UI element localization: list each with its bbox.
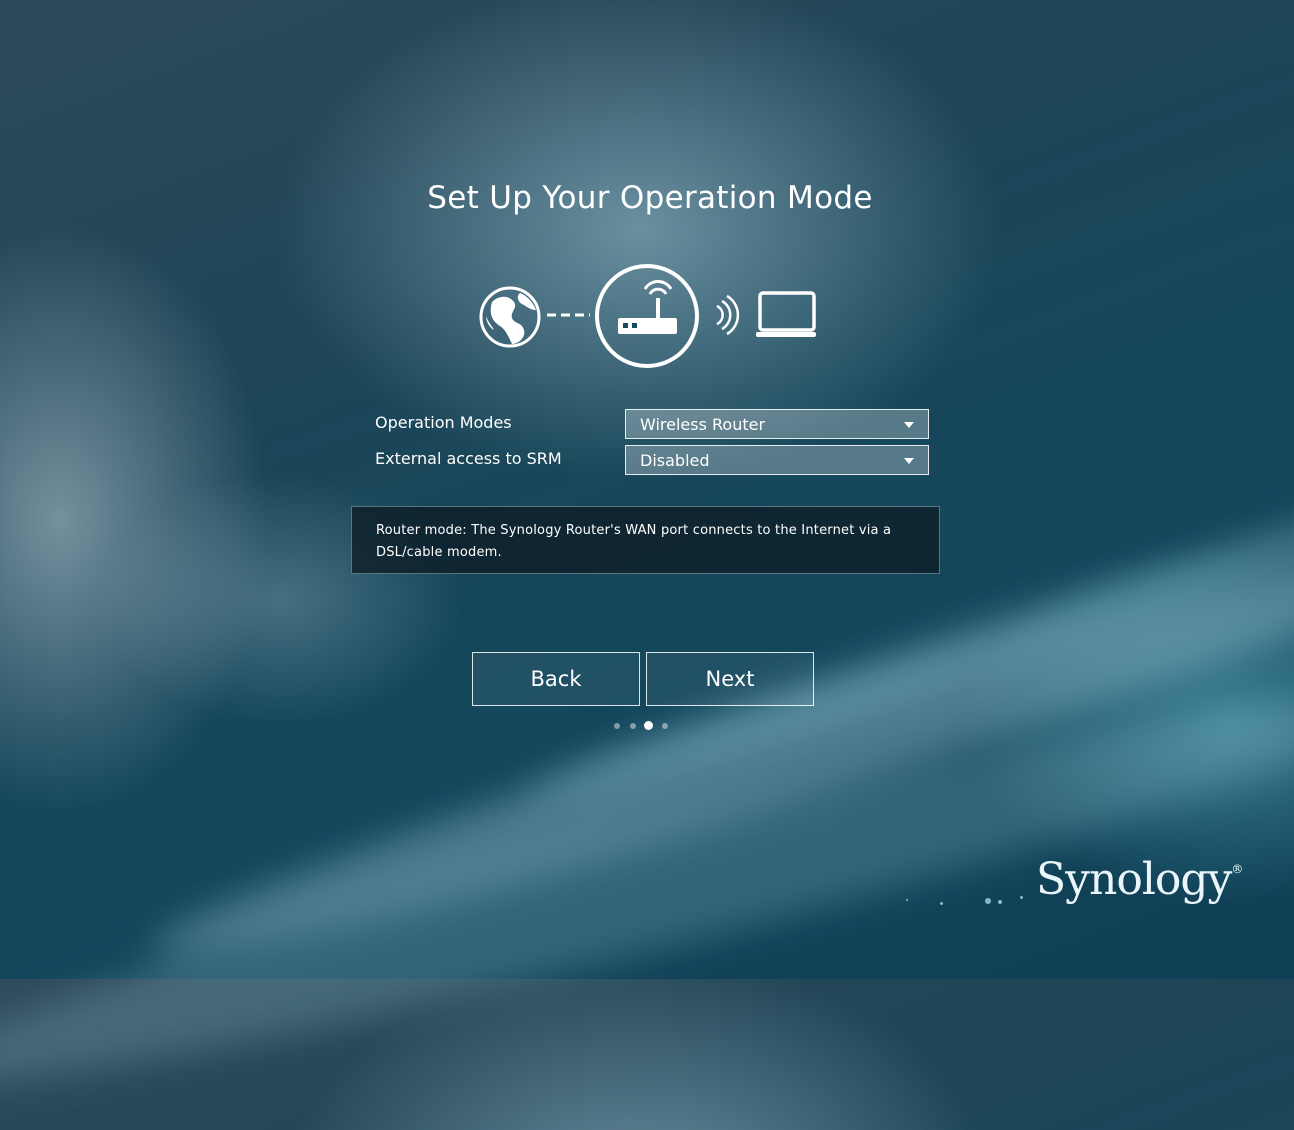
decorative-sparkle: [985, 898, 991, 904]
page-title: Set Up Your Operation Mode: [427, 180, 873, 216]
chevron-down-icon: [904, 422, 914, 428]
decorative-sparkle: [998, 900, 1002, 904]
registered-mark: ®: [1231, 862, 1243, 876]
mode-description-box: Router mode: The Synology Router's WAN p…: [351, 506, 940, 574]
decorative-sparkle: [940, 902, 943, 905]
operation-modes-label: Operation Modes: [375, 413, 512, 432]
external-access-label: External access to SRM: [375, 449, 562, 468]
external-access-value: Disabled: [640, 451, 710, 470]
router-icon: [595, 264, 699, 368]
next-button[interactable]: Next: [646, 652, 814, 706]
synology-logo: Synology®: [1036, 854, 1243, 905]
decorative-sparkle: [1020, 896, 1023, 899]
chevron-down-icon: [904, 458, 914, 464]
step-dot: [614, 723, 620, 729]
operation-modes-value: Wireless Router: [640, 415, 766, 434]
external-access-select[interactable]: Disabled: [625, 445, 929, 475]
decorative-sparkle: [906, 899, 908, 901]
laptop-icon: [756, 291, 816, 337]
step-dot: [630, 723, 636, 729]
globe-icon: [479, 286, 541, 348]
back-button[interactable]: Back: [472, 652, 640, 706]
operation-modes-select[interactable]: Wireless Router: [625, 409, 929, 439]
network-topology-diagram: [479, 264, 816, 368]
step-dot: [662, 723, 668, 729]
logo-text: Synology: [1036, 854, 1232, 905]
wifi-signal-icon: [716, 294, 740, 336]
step-dot-active: [644, 721, 653, 730]
